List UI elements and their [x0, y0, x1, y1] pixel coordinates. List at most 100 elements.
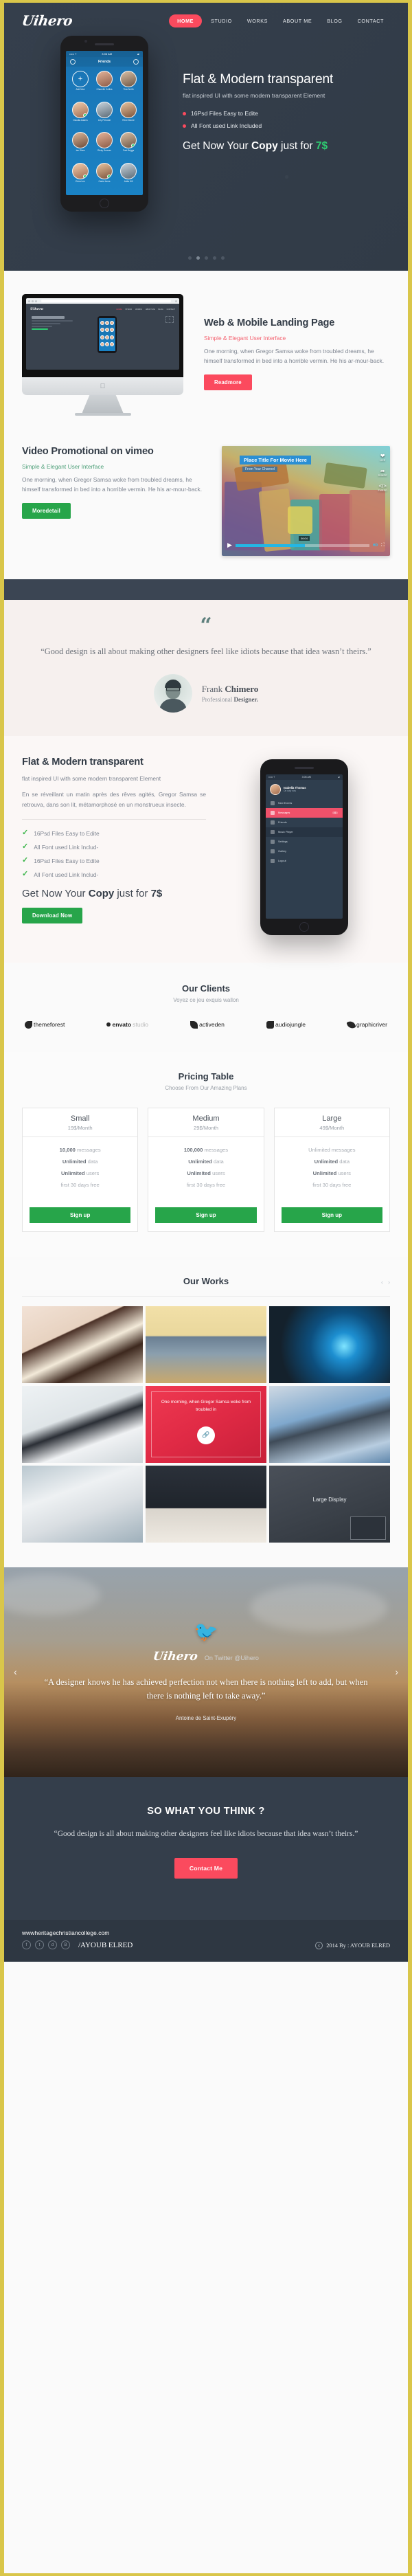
- work-tile-manhattan-bridge[interactable]: [146, 1306, 266, 1383]
- facebook-icon[interactable]: f: [22, 1940, 31, 1950]
- moredetail-button[interactable]: Moredetail: [22, 502, 71, 519]
- share-icon[interactable]: ➦ SHARE: [378, 468, 387, 477]
- pricing-title: Pricing Table: [178, 1071, 234, 1082]
- author-first-name: Frank: [201, 683, 225, 694]
- chat-icon[interactable]: [70, 59, 76, 65]
- dribbble-icon[interactable]: d: [48, 1940, 57, 1950]
- link-icon[interactable]: 🔗: [197, 1426, 215, 1444]
- signup-button[interactable]: Sign up: [281, 1207, 382, 1223]
- work-tile-laptop-browser[interactable]: [22, 1465, 143, 1543]
- twitter-prev-arrow[interactable]: ‹: [14, 1666, 17, 1677]
- slider-dot[interactable]: [212, 256, 216, 260]
- fullscreen-icon[interactable]: ⛶: [381, 543, 385, 548]
- mini-nav: Uihero HOME STUDIO WORKS ABOUT ME BLOG CONTAC…: [26, 304, 179, 315]
- nav-item-studio[interactable]: STUDIO: [205, 14, 238, 27]
- phone-screen-title: Friends: [98, 60, 111, 64]
- contact-cell[interactable]: Edna Lee: [69, 162, 91, 192]
- menu-item[interactable]: Gallery: [266, 847, 343, 856]
- download-now-button[interactable]: Download Now: [22, 908, 83, 924]
- phone-speaker: [295, 766, 314, 769]
- play-icon[interactable]: ▶: [227, 541, 232, 549]
- nav-item-home[interactable]: HOME: [169, 14, 203, 27]
- works-prev-arrow[interactable]: ‹: [381, 1279, 383, 1286]
- client-logo-graphicriver[interactable]: graphicriver: [346, 1020, 387, 1030]
- menu-item-messages[interactable]: Messages 6: [266, 807, 343, 818]
- contact-cell[interactable]: Ian Shea: [69, 132, 91, 161]
- client-logo-audiojungle[interactable]: audiojungle: [266, 1020, 306, 1029]
- twitter-icon[interactable]: t: [35, 1940, 44, 1950]
- add-new-icon[interactable]: +: [72, 71, 89, 87]
- contact-title: SO WHAT YOU THINK ?: [147, 1805, 265, 1817]
- progress-bar[interactable]: [235, 544, 369, 547]
- contact-cell[interactable]: Carla Jones: [93, 162, 115, 192]
- embed-icon[interactable]: </> EMBED: [378, 483, 387, 492]
- contact-me-button[interactable]: Contact Me: [174, 1858, 238, 1879]
- friends-icon: [271, 820, 275, 825]
- nav-item-blog[interactable]: BLOG: [321, 14, 348, 27]
- hero-feature-label: All Font used Link Included: [191, 122, 262, 130]
- client-logo-activeden[interactable]: activeden: [190, 1020, 225, 1029]
- behance-icon[interactable]: B: [61, 1940, 70, 1950]
- contact-name: Ian Shea: [76, 149, 85, 152]
- hero-feature-list: 16Psd Files Easy to Edite All Font used …: [183, 110, 391, 129]
- slider-dot-active[interactable]: [196, 256, 200, 260]
- works-next-arrow[interactable]: ›: [388, 1279, 390, 1286]
- slider-dot[interactable]: [220, 256, 225, 260]
- contact-cell[interactable]: Tina Smith: [117, 71, 139, 100]
- work-tile-ice-cream-sandwiches[interactable]: [22, 1306, 143, 1383]
- settings-icon[interactable]: [133, 59, 139, 65]
- divider: [22, 819, 206, 820]
- footer-site-url[interactable]: wwwheritagechristiancollege.com: [22, 1929, 133, 1936]
- avatar: [270, 783, 281, 795]
- client-logo-envato[interactable]: envato studio: [106, 1021, 148, 1028]
- nav-item-about-me[interactable]: ABOUT ME: [277, 14, 318, 27]
- slider-dot[interactable]: [204, 256, 208, 260]
- work-tile-camera-lens[interactable]: [269, 1306, 390, 1383]
- nav-item-works[interactable]: WORKS: [241, 14, 274, 27]
- video-player[interactable]: Place Title For Movie Here From Your Cha…: [222, 446, 390, 556]
- mini-nav-works: WORKS: [135, 308, 142, 311]
- web-mobile-title: Web & Mobile Landing Page: [204, 317, 335, 328]
- menu-item[interactable]: Music Player: [266, 827, 343, 837]
- signup-button[interactable]: Sign up: [155, 1207, 257, 1223]
- twitter-handle[interactable]: On Twitter @Uihero: [205, 1655, 259, 1661]
- readmore-button[interactable]: Readmore: [204, 374, 252, 390]
- signup-button[interactable]: Sign up: [30, 1207, 131, 1223]
- work-tile-man-with-laptop[interactable]: [22, 1385, 143, 1463]
- menu-item[interactable]: Logout: [266, 856, 343, 866]
- contact-cell[interactable]: Rene Moore: [117, 101, 139, 131]
- contact-cell[interactable]: Ricky Duncan: [93, 132, 115, 161]
- contact-name: Tina Smith: [123, 88, 134, 91]
- hd-badge[interactable]: HD: [373, 544, 378, 548]
- work-tile-imac-desk[interactable]: [146, 1465, 266, 1543]
- like-icon[interactable]: ❤ LIKE: [380, 453, 386, 462]
- contact-cell[interactable]: Anita Hill: [117, 162, 139, 192]
- next-arrow-icon[interactable]: ›: [165, 316, 174, 323]
- contact-cell[interactable]: Fred Briggs: [117, 132, 139, 161]
- video-kicker: Simple & Elegant User Interface: [22, 463, 104, 470]
- plan-feature: Unlimited users: [187, 1169, 225, 1176]
- menu-item[interactable]: Settings: [266, 837, 343, 847]
- site-logo[interactable]: Uihero: [21, 12, 73, 29]
- work-tile-man-with-glasses[interactable]: [269, 1385, 390, 1463]
- share-label: SHARE: [378, 474, 387, 477]
- contact-cell[interactable]: Lilly Petroski: [93, 101, 115, 131]
- mini-nav-home: HOME: [116, 308, 122, 311]
- twitter-next-arrow[interactable]: ›: [395, 1666, 398, 1677]
- hero-feature-item: 16Psd Files Easy to Edite: [183, 110, 391, 117]
- contact-cell[interactable]: Chanelle Collins: [93, 71, 115, 100]
- menu-label: Settings: [278, 840, 288, 843]
- menu-item[interactable]: Friends: [266, 818, 343, 827]
- nav-item-contact[interactable]: CONTACT: [352, 14, 390, 27]
- address-bar[interactable]: [41, 300, 171, 302]
- menu-item[interactable]: New Events: [266, 798, 343, 808]
- client-logo-themeforest[interactable]: themeforest: [25, 1020, 65, 1029]
- video-copy: Video Promotional on vimeo Simple & Eleg…: [22, 446, 208, 519]
- contact-cell[interactable]: + Add New: [69, 71, 91, 100]
- work-tile-red-overlay[interactable]: One morning, when Gregor Samsa woke from…: [146, 1385, 266, 1463]
- contact-cell[interactable]: Claudia Adams: [69, 101, 91, 131]
- logout-icon: [271, 858, 275, 863]
- slider-dot[interactable]: [187, 256, 192, 260]
- work-tile-large-display[interactable]: Large Display: [269, 1465, 390, 1543]
- mini-nav-blog: BLOG: [158, 308, 163, 311]
